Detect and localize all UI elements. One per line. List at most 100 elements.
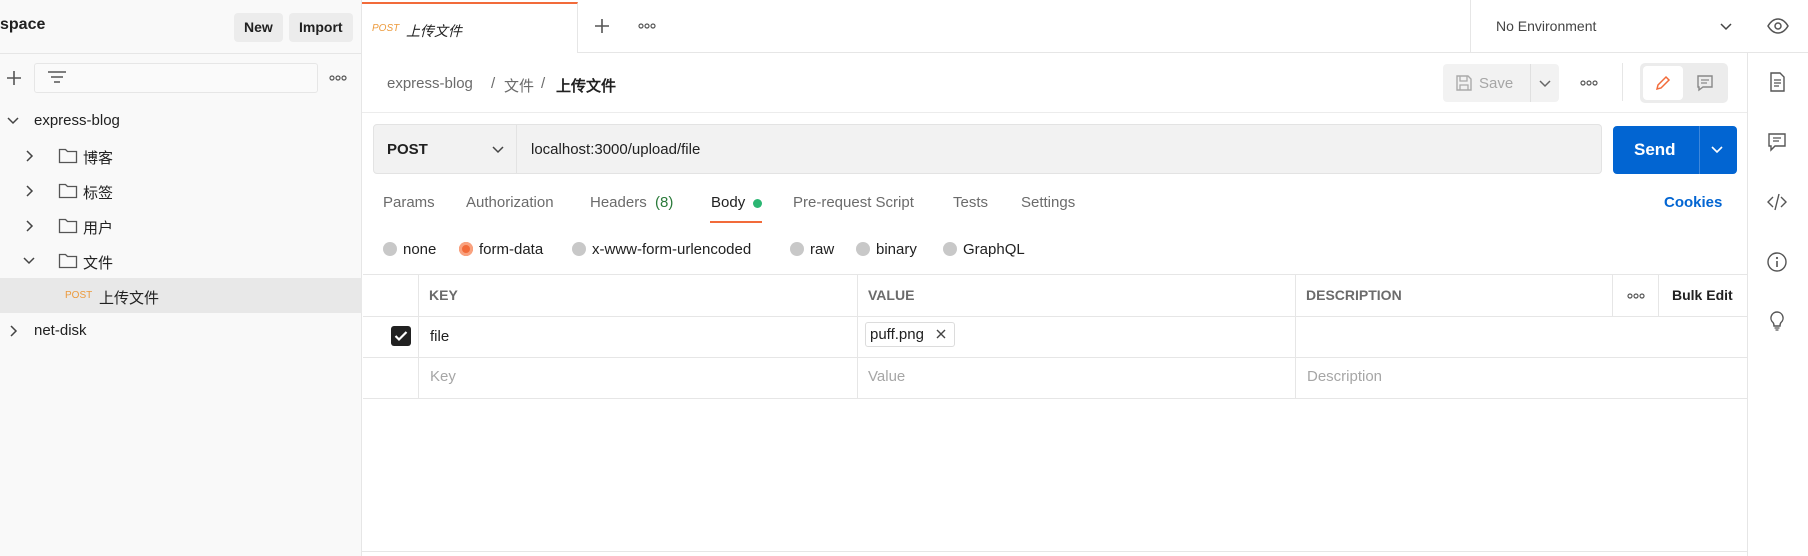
tab-upload-file[interactable]: POST 上传文件 bbox=[362, 2, 578, 53]
folder-label: 文件 bbox=[83, 255, 114, 272]
plus-icon[interactable] bbox=[4, 68, 24, 88]
url-input[interactable]: localhost:3000/upload/file bbox=[517, 124, 1602, 174]
breadcrumb-collection[interactable]: express-blog bbox=[387, 75, 473, 92]
tab-authorization[interactable]: Authorization bbox=[466, 194, 554, 211]
import-button[interactable]: Import bbox=[289, 13, 353, 42]
tab-body[interactable]: Body bbox=[711, 194, 745, 211]
folder-label: 标签 bbox=[83, 185, 114, 202]
close-icon[interactable] bbox=[935, 328, 947, 340]
divider bbox=[1530, 64, 1531, 102]
column-header-description: DESCRIPTION bbox=[1306, 287, 1402, 303]
bulk-edit-button[interactable]: Bulk Edit bbox=[1672, 287, 1733, 303]
method-badge: POST bbox=[65, 290, 93, 301]
divider bbox=[363, 398, 1747, 399]
save-icon bbox=[1455, 74, 1473, 92]
form-data-table: KEY VALUE DESCRIPTION Bulk Edit file puf… bbox=[363, 274, 1747, 399]
divider bbox=[363, 316, 1747, 317]
more-icon[interactable] bbox=[638, 18, 656, 34]
folder-icon bbox=[58, 182, 78, 199]
folder-row[interactable]: 文件 bbox=[0, 243, 362, 278]
active-tab-indicator bbox=[710, 221, 762, 223]
url-text: localhost:3000/upload/file bbox=[531, 141, 701, 158]
chevron-down-icon[interactable] bbox=[1710, 143, 1724, 157]
breadcrumb-folder[interactable]: 文件 bbox=[504, 75, 534, 96]
code-icon[interactable] bbox=[1766, 191, 1788, 213]
tab-tests[interactable]: Tests bbox=[953, 194, 988, 211]
workspace-header: space New Import bbox=[0, 0, 362, 54]
divider bbox=[363, 274, 1747, 275]
chevron-right-icon[interactable] bbox=[22, 184, 36, 198]
environment-select[interactable]: No Environment bbox=[1470, 0, 1762, 53]
more-icon[interactable] bbox=[329, 70, 347, 86]
plus-icon[interactable] bbox=[592, 16, 612, 36]
headers-count: (8) bbox=[655, 194, 674, 211]
mode-switch[interactable] bbox=[1640, 63, 1728, 103]
folder-label: 博客 bbox=[83, 150, 114, 167]
method-select[interactable]: POST bbox=[373, 124, 517, 174]
comment-icon[interactable] bbox=[1696, 74, 1714, 92]
folder-row[interactable]: 标签 bbox=[0, 173, 362, 208]
chevron-right-icon[interactable] bbox=[22, 219, 36, 233]
tab-pre-request-script[interactable]: Pre-request Script bbox=[793, 194, 914, 211]
pencil-icon bbox=[1654, 74, 1672, 92]
radio-indicator bbox=[943, 242, 957, 256]
file-name: puff.png bbox=[870, 326, 924, 343]
breadcrumb-separator: / bbox=[491, 75, 496, 92]
tab-params[interactable]: Params bbox=[383, 194, 435, 211]
chevron-right-icon[interactable] bbox=[22, 149, 36, 163]
folder-label: 用户 bbox=[83, 220, 114, 237]
folder-row[interactable]: 用户 bbox=[0, 208, 362, 243]
chevron-down-icon bbox=[491, 143, 505, 157]
folder-icon bbox=[58, 252, 78, 269]
request-item[interactable]: POST 上传文件 bbox=[0, 278, 362, 313]
info-icon[interactable] bbox=[1766, 251, 1788, 273]
folder-icon bbox=[58, 217, 78, 234]
description-placeholder[interactable]: Description bbox=[1307, 368, 1382, 385]
right-rail bbox=[1747, 53, 1808, 556]
radio-label: form-data bbox=[479, 241, 544, 258]
tab-headers[interactable]: Headers bbox=[590, 194, 647, 211]
checkbox-icon[interactable] bbox=[391, 326, 411, 346]
more-icon[interactable] bbox=[1627, 289, 1645, 303]
file-chip[interactable]: puff.png bbox=[865, 322, 955, 347]
method-label: POST bbox=[387, 141, 428, 158]
lightbulb-icon[interactable] bbox=[1766, 310, 1788, 332]
chevron-down-icon[interactable] bbox=[1538, 77, 1552, 91]
send-button[interactable]: Send bbox=[1613, 126, 1737, 174]
radio-indicator bbox=[383, 242, 397, 256]
radio-label: x-www-form-urlencoded bbox=[592, 241, 752, 258]
collection-net-disk[interactable]: net-disk bbox=[0, 313, 362, 348]
send-label: Send bbox=[1634, 140, 1676, 159]
breadcrumb-request: 上传文件 bbox=[556, 78, 617, 95]
key-placeholder[interactable]: Key bbox=[430, 368, 456, 385]
folder-icon bbox=[58, 147, 78, 164]
filter-icon[interactable] bbox=[46, 69, 68, 87]
comment-icon[interactable] bbox=[1766, 131, 1788, 153]
more-icon[interactable] bbox=[1580, 75, 1598, 91]
radio-indicator bbox=[856, 242, 870, 256]
divider bbox=[1658, 274, 1659, 316]
tab-settings[interactable]: Settings bbox=[1021, 194, 1075, 211]
folder-row[interactable]: 博客 bbox=[0, 138, 362, 173]
eye-icon[interactable] bbox=[1766, 15, 1790, 37]
radio-indicator bbox=[459, 242, 473, 256]
radio-label: none bbox=[403, 241, 437, 258]
divider bbox=[1612, 274, 1613, 316]
param-key[interactable]: file bbox=[430, 328, 449, 345]
new-button[interactable]: New bbox=[234, 13, 283, 42]
chevron-down-icon[interactable] bbox=[6, 114, 20, 128]
radio-indicator bbox=[790, 242, 804, 256]
divider bbox=[1699, 126, 1700, 174]
save-button[interactable]: Save bbox=[1443, 64, 1559, 102]
chevron-right-icon[interactable] bbox=[6, 324, 20, 338]
value-placeholder[interactable]: Value bbox=[868, 368, 905, 385]
divider bbox=[857, 274, 858, 399]
collection-label: net-disk bbox=[34, 322, 87, 339]
chevron-down-icon[interactable] bbox=[22, 254, 36, 268]
document-icon[interactable] bbox=[1766, 71, 1788, 93]
collection-express-blog[interactable]: express-blog bbox=[0, 103, 362, 138]
radio-indicator bbox=[572, 242, 586, 256]
cookies-link[interactable]: Cookies bbox=[1664, 194, 1722, 211]
status-dot bbox=[753, 199, 762, 208]
filter-input[interactable] bbox=[34, 63, 318, 93]
